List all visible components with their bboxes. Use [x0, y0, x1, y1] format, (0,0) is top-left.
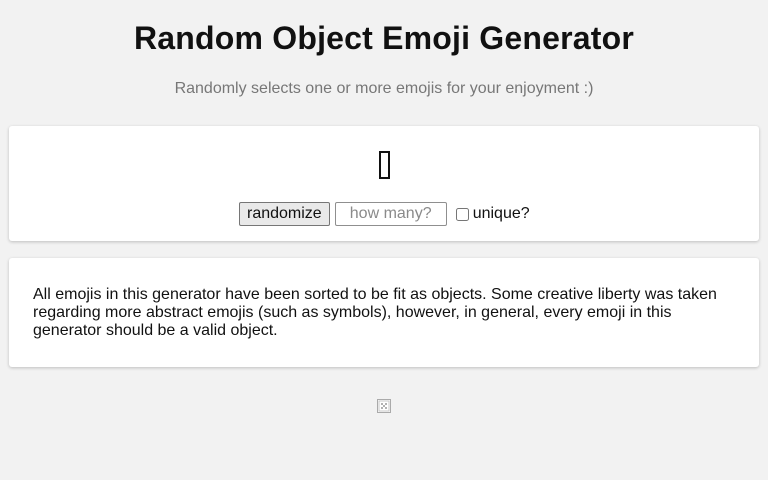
- page: Random Object Emoji Generator Randomly s…: [0, 0, 768, 480]
- randomize-button[interactable]: randomize: [239, 202, 330, 226]
- broken-image-icon: [377, 399, 391, 413]
- emoji-result: [0, 145, 768, 181]
- unique-label: unique?: [472, 205, 530, 222]
- unique-checkbox[interactable]: [455, 207, 469, 221]
- page-title: Random Object Emoji Generator: [133, 20, 635, 56]
- missing-glyph-icon: [378, 151, 390, 179]
- generator-controls: randomize unique?: [239, 202, 530, 226]
- info-text: All emojis in this generator have been s…: [33, 286, 717, 339]
- quantity-input[interactable]: [334, 202, 447, 226]
- page-subtitle: Randomly selects one or more emojis for …: [174, 80, 594, 97]
